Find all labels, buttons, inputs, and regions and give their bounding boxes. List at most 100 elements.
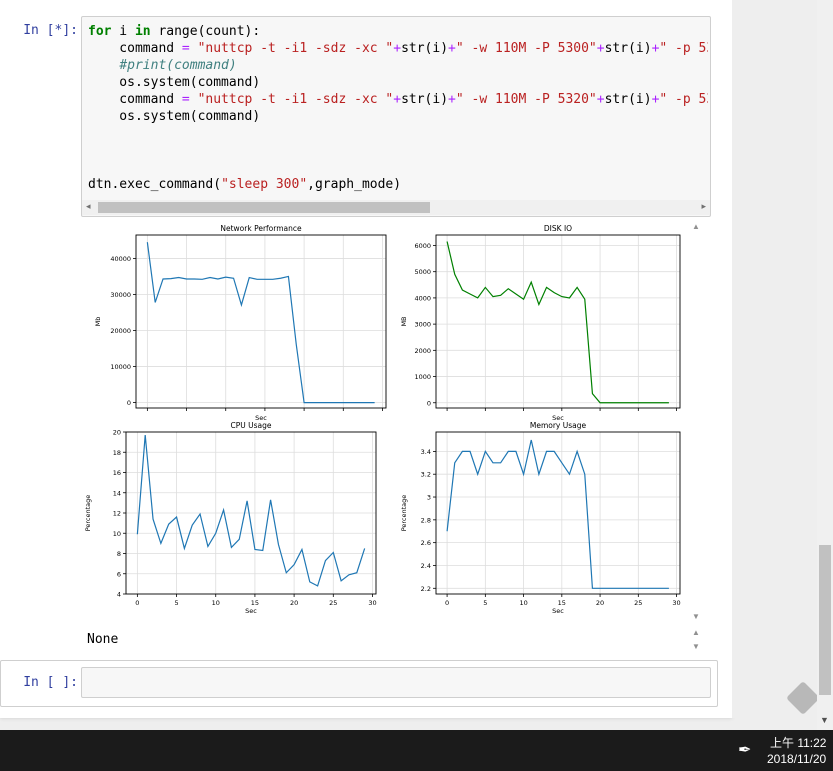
page-gutter (732, 0, 817, 718)
code-token: + (596, 92, 605, 107)
x-tick-label: 15 (251, 599, 259, 607)
horizontal-scrollbar[interactable]: ◂ ▸ (82, 200, 710, 215)
output-scroll-down-arrow-icon[interactable]: ▼ (692, 612, 700, 621)
code-cell-input[interactable]: for i in range(count): command = "nuttcp… (81, 16, 711, 217)
y-tick-label: 40000 (110, 255, 131, 263)
y-tick-label: 1000 (414, 373, 431, 381)
code-token: + (448, 92, 456, 107)
x-tick-label: 0 (445, 599, 449, 607)
code-token: " -w 110M -P 5300" (455, 41, 597, 56)
taskbar (0, 730, 833, 771)
y-axis-label: Percentage (400, 495, 408, 532)
y-tick-label: 20 (113, 429, 121, 437)
y-tick-label: 2.4 (421, 562, 431, 570)
y-tick-label: 20000 (110, 327, 131, 335)
y-tick-label: 6 (117, 570, 121, 578)
code-line[interactable]: dtn.exec_command("sleep 300",graph_mode) (88, 176, 708, 193)
y-tick-label: 12 (113, 510, 121, 518)
x-tick-label: 30 (368, 599, 376, 607)
y-tick-label: 0 (427, 399, 431, 407)
y-tick-label: 3000 (414, 321, 431, 329)
y-tick-label: 14 (113, 489, 121, 497)
code-token: in (134, 24, 151, 39)
y-tick-label: 10000 (110, 363, 131, 371)
output-scroll-up-arrow-icon[interactable]: ▲ (692, 222, 700, 231)
horizontal-scrollbar-thumb[interactable] (98, 202, 430, 213)
code-token: = (181, 92, 190, 107)
x-tick-label: 15 (558, 599, 566, 607)
series-line (146, 242, 375, 404)
code-token: ,graph_mode) (307, 177, 402, 192)
scroll-right-arrow-icon[interactable]: ▸ (701, 201, 706, 212)
code-line[interactable] (88, 125, 708, 142)
code-line[interactable]: os.system(command) (88, 108, 708, 125)
x-axis-label: Sec (245, 607, 257, 615)
code-token: " -p 531 (659, 41, 708, 56)
code-token: i (111, 24, 135, 39)
code-token: " -w 110M -P 5320" (455, 92, 597, 107)
plot-frame (135, 234, 387, 409)
x-tick-label: 10 (519, 599, 527, 607)
code-line[interactable] (88, 142, 708, 159)
series-line (446, 439, 669, 589)
y-tick-label: 10 (113, 530, 121, 538)
code-token: #print(command) (119, 58, 237, 73)
x-tick-label: 10 (212, 599, 220, 607)
y-tick-label: 0 (127, 399, 131, 407)
code-token: command (88, 92, 182, 107)
y-tick-label: 2.6 (421, 539, 431, 547)
y-tick-label: 2000 (414, 347, 431, 355)
empty-code-cell-input[interactable] (81, 667, 711, 698)
scroll-left-arrow-icon[interactable]: ◂ (86, 201, 91, 212)
code-line[interactable]: command = "nuttcp -t -i1 -sdz -xc "+str(… (88, 91, 708, 108)
code-line[interactable] (88, 159, 708, 176)
y-axis-label: MB (400, 316, 408, 326)
notebook-page: In [*]: for i in range(count): command =… (0, 0, 732, 718)
window-scroll-down-arrow-icon[interactable]: ▼ (820, 715, 829, 725)
x-tick-label: 0 (135, 599, 139, 607)
y-tick-label: 30000 (110, 291, 131, 299)
y-tick-label: 6000 (414, 242, 431, 250)
clock-time[interactable]: 上午 11:22 (770, 734, 826, 751)
x-tick-label: 25 (329, 599, 337, 607)
code-line[interactable]: command = "nuttcp -t -i1 -sdz -xc "+str(… (88, 40, 708, 57)
output-scroll-down-arrow-icon-2[interactable]: ▼ (692, 642, 700, 651)
x-axis-label: Sec (552, 607, 564, 615)
x-tick-label: 20 (290, 599, 298, 607)
x-tick-label: 20 (596, 599, 604, 607)
code-token: + (393, 41, 402, 56)
pen-icon[interactable]: ✒ (738, 740, 751, 760)
code-editor[interactable]: for i in range(count): command = "nuttcp… (88, 23, 708, 193)
window-scrollbar[interactable]: ▼ (817, 0, 833, 730)
window-scrollbar-thumb[interactable] (819, 545, 831, 695)
series-line (136, 434, 366, 587)
y-tick-label: 3 (427, 494, 431, 502)
y-tick-label: 18 (113, 449, 121, 457)
code-token: "sleep 300" (221, 177, 308, 192)
code-line[interactable]: for i in range(count): (88, 23, 708, 40)
y-axis-label: Percentage (84, 495, 92, 532)
output-scrollbar[interactable]: ▲ ▼ ▲ ▼ (690, 222, 704, 652)
code-token: str(i) (604, 92, 652, 107)
charts-output: 010000200003000040000Network Performance… (84, 224, 681, 615)
y-axis-label: Mb (94, 317, 102, 327)
code-token: " -p 533 (659, 92, 708, 107)
code-token: str(i) (604, 41, 652, 56)
output-scroll-up-arrow-icon-2[interactable]: ▲ (692, 628, 700, 637)
code-token: command (88, 41, 182, 56)
x-tick-label: 5 (483, 599, 487, 607)
clock-date[interactable]: 2018/11/20 (767, 752, 826, 766)
code-line[interactable]: os.system(command) (88, 74, 708, 91)
y-tick-label: 5000 (414, 268, 431, 276)
code-token: os.system(command) (88, 75, 261, 90)
code-token: + (596, 41, 605, 56)
chart-title: Memory Usage (530, 421, 587, 430)
output-text: None (87, 632, 119, 647)
code-line[interactable]: #print(command) (88, 57, 708, 74)
x-tick-label: 5 (174, 599, 178, 607)
y-tick-label: 3.4 (421, 448, 431, 456)
code-token: os.system(command) (88, 109, 261, 124)
cell-prompt-empty: In [ ]: (23, 675, 78, 690)
